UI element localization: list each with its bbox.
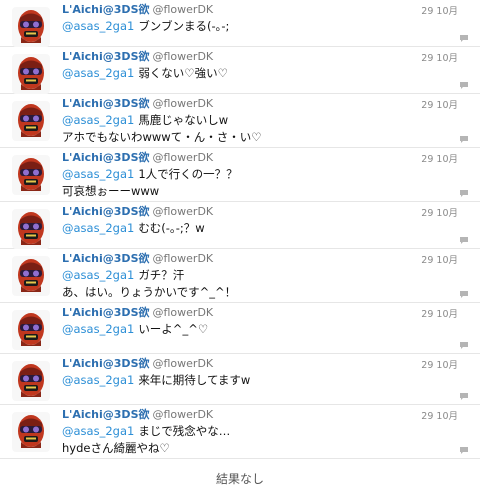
tweet-date: 29 10月 bbox=[421, 100, 458, 111]
tweet-item[interactable]: L'Aichi@3DS欲 @flowerDK @asas_2ga1 弱くない♡強い♡… bbox=[0, 47, 480, 94]
tweet-item[interactable]: L'Aichi@3DS欲 @flowerDK @asas_2ga1 まじで残念やな…… bbox=[0, 405, 480, 459]
tweet-body: 来年に期待してますw bbox=[138, 373, 251, 387]
tweet-body: 1人で行くの一？？ bbox=[138, 167, 238, 181]
avatar[interactable] bbox=[12, 412, 50, 452]
tweet-text: @asas_2ga1 いーよ^_^♡ bbox=[62, 321, 420, 338]
author-handle[interactable]: @flowerDK bbox=[153, 252, 214, 265]
avatar[interactable] bbox=[12, 310, 50, 350]
tweet-body: いーよ^_^♡ bbox=[138, 322, 209, 336]
reply-bubble-icon[interactable] bbox=[459, 189, 469, 197]
mention-link[interactable]: @asas_2ga1 bbox=[62, 113, 134, 127]
author-name[interactable]: L'Aichi@3DS欲 bbox=[62, 3, 150, 16]
avatar[interactable] bbox=[12, 101, 50, 141]
author-name[interactable]: L'Aichi@3DS欲 bbox=[62, 357, 150, 370]
tweet-text: @asas_2ga1 ガチ？汗 bbox=[62, 267, 420, 284]
mention-link[interactable]: @asas_2ga1 bbox=[62, 268, 134, 282]
tweet-item[interactable]: L'Aichi@3DS欲 @flowerDK @asas_2ga1 いーよ^_^♡ … bbox=[0, 303, 480, 354]
tweet-date: 29 10月 bbox=[421, 154, 458, 165]
avatar[interactable] bbox=[12, 7, 50, 47]
avatar[interactable] bbox=[12, 256, 50, 296]
reply-bubble-icon[interactable] bbox=[459, 135, 469, 143]
avatar[interactable] bbox=[12, 155, 50, 195]
avatar[interactable] bbox=[12, 54, 50, 94]
reply-bubble-icon[interactable] bbox=[459, 392, 469, 400]
tweet-date: 29 10月 bbox=[421, 411, 458, 422]
tweet-item[interactable]: L'Aichi@3DS欲 @flowerDK @asas_2ga1 ガチ？汗 あ、は… bbox=[0, 249, 480, 303]
tweet-text-line2: hydeさん綺麗やね♡ bbox=[62, 441, 170, 455]
author-name[interactable]: L'Aichi@3DS欲 bbox=[62, 50, 150, 63]
reply-bubble-icon[interactable] bbox=[459, 341, 469, 349]
tweet-date: 29 10月 bbox=[421, 309, 458, 320]
mention-link[interactable]: @asas_2ga1 bbox=[62, 322, 134, 336]
mention-link[interactable]: @asas_2ga1 bbox=[62, 19, 134, 33]
mention-link[interactable]: @asas_2ga1 bbox=[62, 424, 134, 438]
author-name[interactable]: L'Aichi@3DS欲 bbox=[62, 408, 150, 421]
author-name[interactable]: L'Aichi@3DS欲 bbox=[62, 97, 150, 110]
tweet-date: 29 10月 bbox=[421, 208, 458, 219]
author-name[interactable]: L'Aichi@3DS欲 bbox=[62, 205, 150, 218]
robot-avatar-icon bbox=[18, 313, 44, 346]
mention-link[interactable]: @asas_2ga1 bbox=[62, 373, 134, 387]
tweet-body: ガチ？汗 bbox=[138, 268, 185, 282]
robot-avatar-icon bbox=[18, 259, 44, 292]
reply-bubble-icon[interactable] bbox=[459, 446, 469, 454]
tweet-item[interactable]: L'Aichi@3DS欲 @flowerDK @asas_2ga1 むむ(-｡-;？… bbox=[0, 202, 480, 249]
tweet-text: @asas_2ga1 むむ(-｡-;？w bbox=[62, 220, 420, 237]
tweet-text: @asas_2ga1 来年に期待してますw bbox=[62, 372, 420, 389]
tweet-body: ブンブンまる(-｡-; bbox=[138, 19, 230, 33]
robot-avatar-icon bbox=[18, 158, 44, 191]
tweet-list: L'Aichi@3DS欲 @flowerDK @asas_2ga1 ブンブンまる(-… bbox=[0, 0, 480, 459]
author-handle[interactable]: @flowerDK bbox=[153, 306, 214, 319]
author-handle[interactable]: @flowerDK bbox=[153, 357, 214, 370]
robot-avatar-icon bbox=[18, 104, 44, 137]
avatar[interactable] bbox=[12, 361, 50, 401]
tweet-text: @asas_2ga1 弱くない♡強い♡ bbox=[62, 65, 420, 82]
tweet-date: 29 10月 bbox=[421, 53, 458, 64]
tweet-date: 29 10月 bbox=[421, 360, 458, 371]
tweet-text: @asas_2ga1 1人で行くの一？？ bbox=[62, 166, 420, 183]
robot-avatar-icon bbox=[18, 364, 44, 397]
author-handle[interactable]: @flowerDK bbox=[153, 408, 214, 421]
author-handle[interactable]: @flowerDK bbox=[153, 3, 214, 16]
tweet-text-line2: 可哀想ぉーーwww bbox=[62, 184, 160, 198]
mention-link[interactable]: @asas_2ga1 bbox=[62, 66, 134, 80]
mention-link[interactable]: @asas_2ga1 bbox=[62, 221, 134, 235]
tweet-item[interactable]: L'Aichi@3DS欲 @flowerDK @asas_2ga1 来年に期待してま… bbox=[0, 354, 480, 405]
author-handle[interactable]: @flowerDK bbox=[153, 97, 214, 110]
robot-avatar-icon bbox=[18, 57, 44, 90]
tweet-body: 弱くない♡強い♡ bbox=[138, 66, 228, 80]
reply-bubble-icon[interactable] bbox=[459, 290, 469, 298]
author-handle[interactable]: @flowerDK bbox=[153, 151, 214, 164]
robot-avatar-icon bbox=[18, 212, 44, 245]
tweet-body: まじで残念やな… bbox=[138, 424, 231, 438]
author-handle[interactable]: @flowerDK bbox=[153, 205, 214, 218]
tweet-item[interactable]: L'Aichi@3DS欲 @flowerDK @asas_2ga1 1人で行くの一？… bbox=[0, 148, 480, 202]
tweet-text: @asas_2ga1 まじで残念やな… bbox=[62, 423, 420, 440]
tweet-text: @asas_2ga1 馬鹿じゃないしw bbox=[62, 112, 420, 129]
tweet-date: 29 10月 bbox=[421, 6, 458, 17]
tweet-item[interactable]: L'Aichi@3DS欲 @flowerDK @asas_2ga1 馬鹿じゃないしw… bbox=[0, 94, 480, 148]
no-more-results-label: 結果なし bbox=[215, 472, 264, 486]
tweet-text-line2: あ、はい。りょうかいです^_^！ bbox=[62, 285, 237, 299]
mention-link[interactable]: @asas_2ga1 bbox=[62, 167, 134, 181]
author-name[interactable]: L'Aichi@3DS欲 bbox=[62, 151, 150, 164]
tweet-item[interactable]: L'Aichi@3DS欲 @flowerDK @asas_2ga1 ブンブンまる(-… bbox=[0, 0, 480, 47]
robot-avatar-icon bbox=[18, 415, 44, 448]
tweet-text-line2: アホでもないわwwwて・ん・さ・い♡ bbox=[62, 130, 262, 144]
reply-bubble-icon[interactable] bbox=[459, 236, 469, 244]
avatar[interactable] bbox=[12, 209, 50, 249]
author-name[interactable]: L'Aichi@3DS欲 bbox=[62, 252, 150, 265]
author-handle[interactable]: @flowerDK bbox=[153, 50, 214, 63]
reply-bubble-icon[interactable] bbox=[459, 81, 469, 89]
author-name[interactable]: L'Aichi@3DS欲 bbox=[62, 306, 150, 319]
tweet-date: 29 10月 bbox=[421, 255, 458, 266]
tweet-body: 馬鹿じゃないしw bbox=[138, 113, 229, 127]
reply-bubble-icon[interactable] bbox=[459, 34, 469, 42]
robot-avatar-icon bbox=[18, 10, 44, 43]
tweet-text: @asas_2ga1 ブンブンまる(-｡-; bbox=[62, 18, 420, 35]
tweet-body: むむ(-｡-;？w bbox=[138, 221, 205, 235]
